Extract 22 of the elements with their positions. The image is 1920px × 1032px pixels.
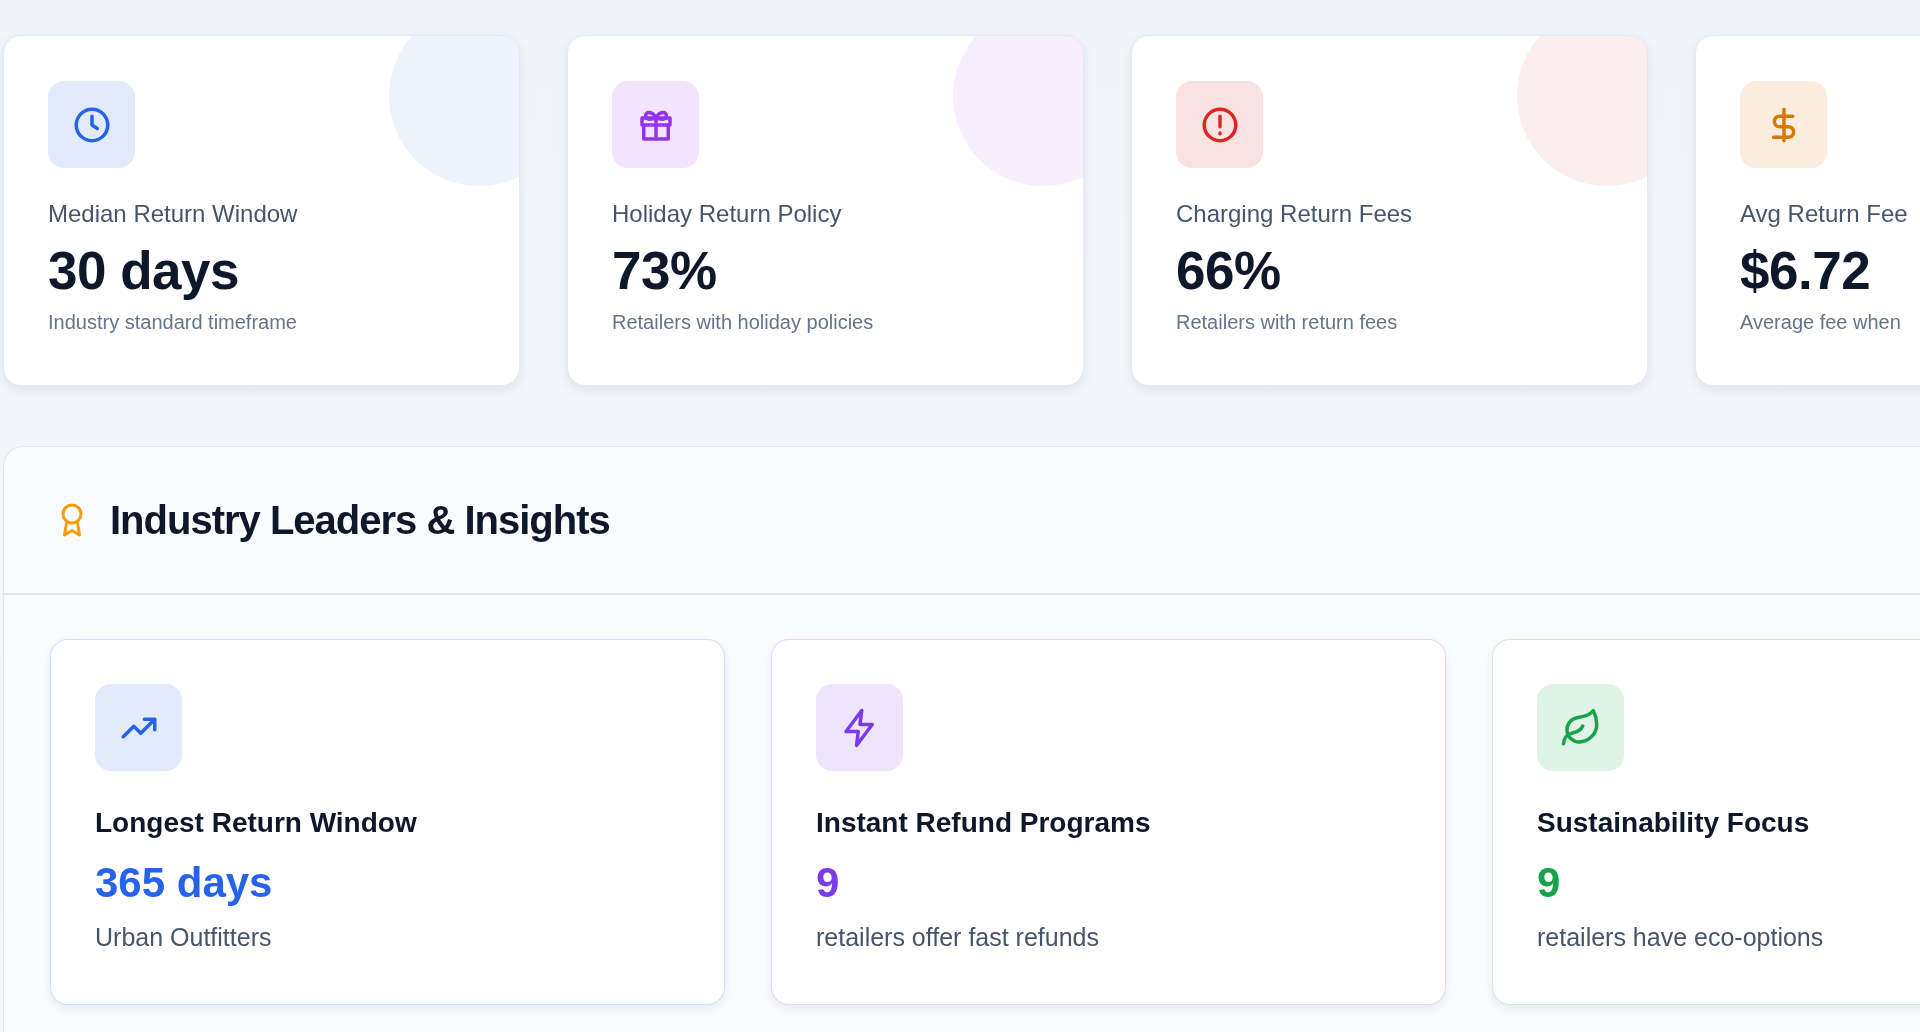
insight-title: Sustainability Focus: [1537, 807, 1811, 839]
insight-value: 9: [816, 859, 841, 907]
stat-label: Holiday Return Policy: [612, 200, 843, 228]
section-title: Industry Leaders & Insights: [110, 497, 610, 543]
stat-caption: Retailers with holiday policies: [612, 311, 875, 334]
insight-value: 9: [1537, 859, 1562, 907]
insight-caption: retailers offer fast refunds: [816, 923, 1100, 952]
insight-title: Instant Refund Programs: [816, 807, 1152, 839]
stat-value: 66%: [1176, 240, 1282, 301]
stat-label: Avg Return Fee: [1740, 200, 1909, 228]
insight-caption: retailers have eco-options: [1537, 923, 1825, 952]
stat-caption: Average fee when: [1740, 311, 1902, 334]
stat-value: $6.72: [1740, 240, 1872, 301]
insight-caption: Urban Outfitters: [95, 923, 273, 952]
stat-label: Median Return Window: [48, 200, 299, 228]
insight-title: Longest Return Window: [95, 807, 418, 839]
stat-caption: Retailers with return fees: [1176, 311, 1399, 334]
stat-value: 30 days: [48, 240, 240, 301]
stat-label: Charging Return Fees: [1176, 200, 1414, 228]
stat-caption: Industry standard timeframe: [48, 311, 298, 334]
stat-value: 73%: [612, 240, 718, 301]
insight-value: 365 days: [95, 859, 274, 907]
